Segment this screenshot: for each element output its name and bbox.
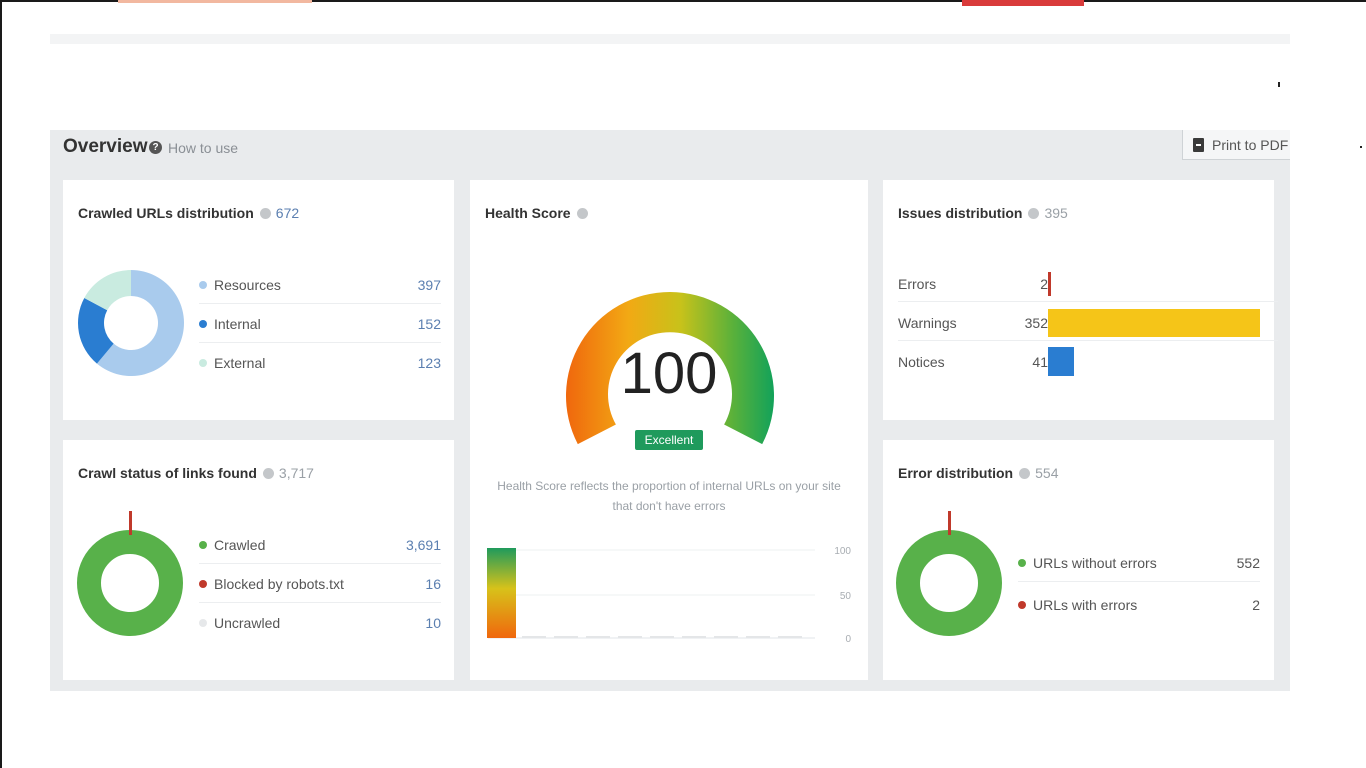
crawled-urls-legend: Resources 397 Internal 152 External 123 [199,266,441,382]
legend-item[interactable]: Resources 397 [199,266,441,304]
axis-tick-label: 100 [834,546,851,557]
legend-item[interactable]: Uncrawled 10 [199,604,441,642]
health-score-title: Health Score [485,205,593,221]
legend-item[interactable]: Blocked by robots.txt 16 [199,565,441,603]
history-bar-empty[interactable] [714,636,738,638]
health-score-card: Health Score 100 Excellent Health Score … [470,180,868,680]
history-bar-empty[interactable] [586,636,610,638]
print-to-pdf-button[interactable]: Print to PDF [1182,130,1290,160]
crawled-urls-title: Crawled URLs distribution 672 [78,205,300,221]
errors-bar[interactable] [1048,272,1051,296]
health-score-history-chart: 100 50 0 [487,546,852,645]
history-bar[interactable] [487,548,516,638]
crawled-urls-count: 672 [275,205,300,221]
crawl-status-title: Crawl status of links found 3,717 [78,465,314,481]
legend-dot [1018,601,1026,609]
warnings-bar[interactable] [1048,309,1260,337]
legend-item[interactable]: Crawled 3,691 [199,526,441,564]
legend-dot [199,579,207,588]
top-orange-accent [118,0,312,3]
pdf-document-icon [1193,137,1204,152]
error-distribution-legend: URLs without errors 552 URLs with errors… [1018,544,1260,624]
top-grey-strip [50,34,1290,44]
how-to-use-link[interactable]: How to use [168,140,238,156]
error-distribution-donut [896,511,1002,636]
info-icon[interactable] [1019,467,1031,479]
crawled-urls-donut [78,270,184,376]
history-bar-empty[interactable] [682,636,706,638]
donut-segment-with-errors [948,511,951,535]
issues-distribution-card: Issues distribution 395 Errors 2 Warnings… [883,180,1278,420]
crawled-urls-card: Crawled URLs distribution 672 Resources 3… [63,180,454,420]
help-icon[interactable]: ? [149,141,162,154]
history-bar-empty[interactable] [778,636,802,638]
legend-item[interactable]: External 123 [199,344,441,382]
scroll-mark [1360,146,1362,148]
axis-tick-label: 50 [840,591,852,602]
legend-dot [199,280,207,289]
donut-segment-blocked [129,511,132,535]
history-bar-empty[interactable] [522,636,546,638]
donut-segment-no-errors [896,530,1002,636]
legend-item[interactable]: URLs with errors 2 [1018,586,1260,624]
info-icon[interactable] [259,207,271,219]
overview-title: Overview [63,136,148,157]
legend-dot [199,359,207,367]
donut-segment-crawled [77,530,183,636]
crawl-status-legend: Crawled 3,691 Blocked by robots.txt 16 U… [199,526,441,642]
error-distribution-card: Error distribution 554 URLs without error… [883,440,1274,680]
legend-item[interactable]: URLs without errors 552 [1018,544,1260,582]
legend-dot [199,540,207,549]
axis-tick-label: 0 [845,634,851,645]
issues-distribution-title: Issues distribution 395 [898,205,1068,221]
overview-panel: Overview ? How to use Print to PDF Crawl… [50,130,1290,691]
history-bar-empty[interactable] [650,636,674,638]
issues-row-warnings[interactable]: Warnings 352 [898,305,1278,341]
info-icon[interactable] [576,207,588,219]
notices-bar[interactable] [1048,347,1074,376]
health-score-description: Health Score reflects the proportion of … [497,479,841,513]
crawl-status-card: Crawl status of links found 3,717 Crawled… [63,440,454,680]
crawl-status-donut [77,511,183,636]
excellent-badge: Excellent [635,430,703,450]
crawl-status-count: 3,717 [278,465,314,481]
left-frame-line [0,0,2,768]
issues-count: 395 [1044,205,1068,221]
error-distribution-title: Error distribution 554 [898,465,1059,481]
history-bar-empty[interactable] [554,636,578,638]
scroll-mark [1278,82,1280,87]
error-count: 554 [1035,465,1059,481]
info-icon[interactable] [1028,207,1040,219]
legend-dot [199,619,207,627]
history-bar-empty[interactable] [746,636,770,638]
legend-item[interactable]: Internal 152 [199,305,441,343]
issues-row-notices[interactable]: Notices 41 [898,344,1278,380]
legend-dot [1018,558,1026,567]
legend-dot [199,319,207,328]
top-red-button-edge[interactable] [962,0,1084,6]
health-score-value: 100 [620,341,718,406]
history-bar-empty[interactable] [618,636,642,638]
print-to-pdf-label: Print to PDF [1212,136,1289,153]
info-icon[interactable] [262,467,274,479]
issues-row-errors[interactable]: Errors 2 [898,266,1278,302]
